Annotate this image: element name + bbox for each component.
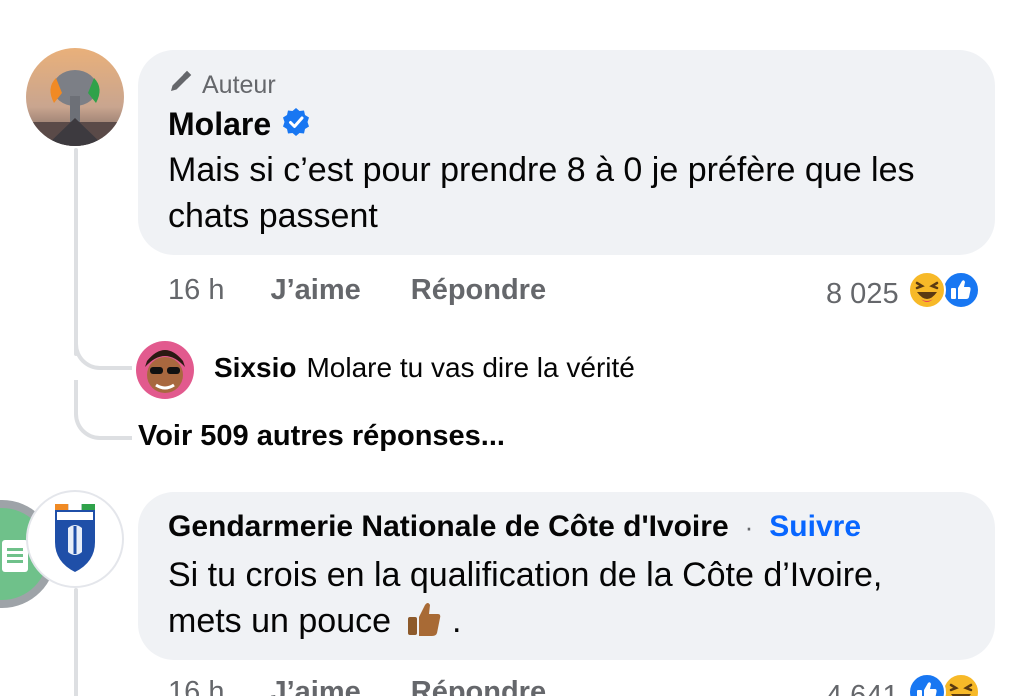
commenter-name[interactable]: Molare [168, 106, 271, 143]
follow-button[interactable]: Suivre [769, 510, 861, 544]
comment-actions-2: 16 h J’aime Répondre [168, 676, 596, 696]
thread-branch-reply [74, 320, 132, 370]
haha-reaction-icon [907, 270, 947, 318]
comment-bubble-molare: Auteur Molare Mais si c’est pour prendre… [138, 50, 995, 255]
comment-end: . [451, 602, 462, 640]
like-button[interactable]: J’aime [270, 274, 360, 307]
reaction-summary-2[interactable]: 4 641 [826, 672, 981, 696]
author-badge: Auteur [168, 70, 965, 100]
comments-screen: Auteur Molare Mais si c’est pour prendre… [0, 0, 1024, 696]
pencil-icon [168, 70, 192, 101]
reply-text: Molare tu vas dire la vérité [306, 352, 635, 383]
thumbs-up-emoji-icon [406, 600, 442, 650]
reply-author-name[interactable]: Sixsio [214, 352, 296, 384]
like-reaction-icon-2 [907, 672, 947, 696]
comment-text: Mais si c’est pour prendre 8 à 0 je préf… [168, 151, 915, 235]
avatar-gendarmerie[interactable] [26, 490, 124, 588]
name-separator: · [744, 511, 754, 542]
avatar-molare[interactable] [26, 48, 124, 146]
document-icon [2, 540, 28, 572]
haha-reaction-icon-2 [941, 672, 981, 696]
like-button-2[interactable]: J’aime [270, 676, 360, 696]
like-reaction-icon [941, 270, 981, 318]
comment-bubble-gendarmerie: Gendarmerie Nationale de Côte d'Ivoire ·… [138, 492, 995, 660]
commenter-name-gendarmerie[interactable]: Gendarmerie Nationale de Côte d'Ivoire [168, 510, 729, 544]
verified-badge-icon [281, 107, 311, 142]
comment-time[interactable]: 16 h [168, 274, 224, 307]
reply-button-2[interactable]: Répondre [411, 676, 546, 696]
author-badge-label: Auteur [202, 70, 276, 99]
reaction-count: 8 025 [826, 277, 899, 310]
view-more-replies-link[interactable]: Voir 509 autres réponses... [138, 420, 505, 453]
reaction-count-2: 4 641 [826, 679, 899, 696]
comment-text-gendarmerie: Si tu crois en la qualification de la Cô… [168, 552, 965, 650]
reply-button[interactable]: Répondre [411, 274, 546, 307]
reply-preview[interactable]: Sixsio Molare tu vas dire la vérité [214, 352, 635, 384]
comment-actions: 16 h J’aime Répondre [168, 274, 596, 307]
comment-time-2[interactable]: 16 h [168, 676, 224, 696]
comment-body: Si tu crois en la qualification de la Cô… [168, 556, 883, 640]
thread-branch-more [74, 380, 132, 440]
thread-line-2 [74, 588, 78, 696]
avatar-sixsio[interactable] [136, 341, 194, 399]
reaction-summary[interactable]: 8 025 [826, 270, 981, 318]
